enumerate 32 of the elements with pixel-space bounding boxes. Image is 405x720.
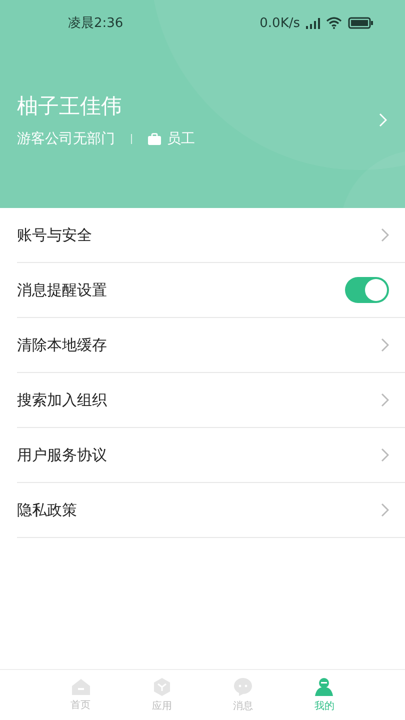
chevron-icon [381, 228, 389, 242]
settings-row[interactable]: 隐私政策 [17, 483, 405, 538]
row-label: 隐私政策 [17, 500, 77, 520]
chevron-icon [381, 338, 389, 352]
chevron-icon [381, 393, 389, 407]
row-label: 清除本地缓存 [17, 336, 107, 354]
briefcase-icon [148, 133, 161, 145]
battery-icon [348, 17, 373, 29]
user-name: 柚子王佳伟 [17, 93, 123, 120]
wifi-icon [326, 17, 342, 29]
settings-row[interactable]: 用户服务协议 [17, 428, 405, 483]
row-label: 消息提醒设置 [17, 280, 107, 300]
company-name: 游客公司无部门 [17, 130, 115, 148]
chevron-icon [381, 448, 389, 462]
row-label: 搜索加入组织 [17, 390, 107, 410]
cube-icon [152, 677, 172, 697]
chat-icon [233, 677, 254, 697]
network-speed: 0.0K/s [260, 16, 300, 30]
chevron-icon [379, 113, 387, 127]
chevron-icon [381, 503, 389, 517]
signal-icon [306, 18, 320, 28]
settings-row[interactable]: 消息提醒设置 [17, 263, 405, 318]
settings-row[interactable]: 账号与安全 [17, 208, 405, 263]
settings-row[interactable]: 清除本地缓存 [17, 318, 405, 373]
role-label: 员工 [167, 130, 195, 148]
row-label: 用户服务协议 [17, 446, 107, 464]
row-label: 账号与安全 [17, 226, 92, 244]
home-icon [70, 678, 91, 696]
person-icon [314, 677, 334, 697]
settings-row[interactable]: 搜索加入组织 [17, 373, 405, 428]
toggle-switch[interactable] [345, 277, 389, 303]
status-time: 凌晨2:36 [68, 15, 124, 32]
